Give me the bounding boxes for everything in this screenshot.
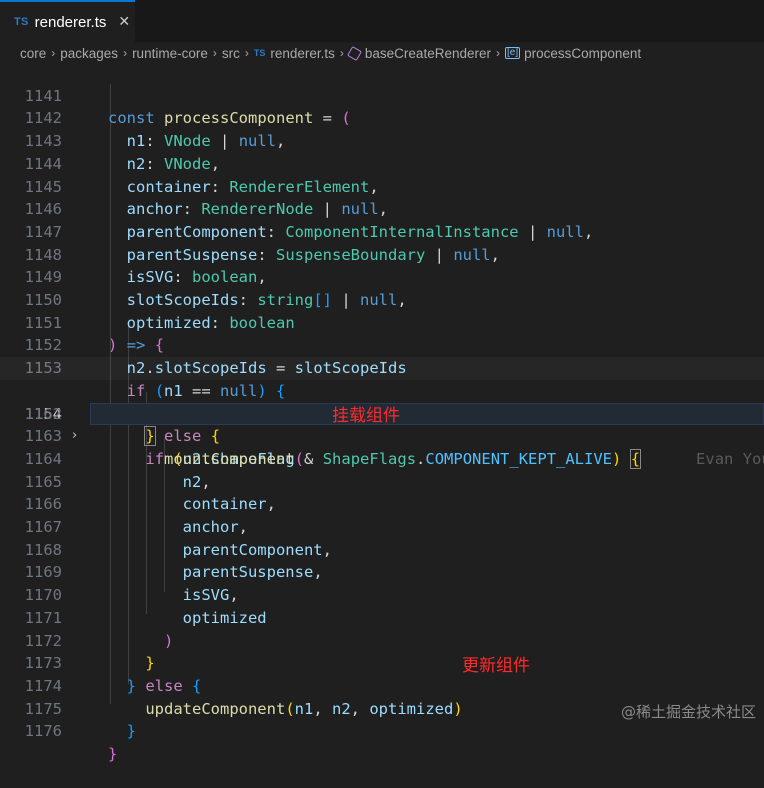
code-line: 1142 n1: VNode | null, — [0, 85, 764, 150]
typescript-icon: TS — [14, 16, 29, 28]
line-number: 1176 — [24, 722, 62, 741]
breadcrumb-item-runtime-core[interactable]: runtime-core — [132, 46, 208, 61]
annotation-update-component: 更新组件 — [462, 656, 530, 676]
breadcrumb-item-processcomponent[interactable]: processComponent — [524, 46, 641, 61]
breadcrumb-item-core[interactable]: core — [20, 46, 46, 61]
tab-bar: TS renderer.ts ✕ — [0, 0, 764, 42]
code-line: 1145 anchor: RendererNode | null, — [0, 153, 764, 219]
annotation-mount-component: 挂载组件 — [332, 406, 400, 426]
chevron-right-icon: › — [339, 46, 344, 60]
code-line-active: 1154 › if (n2.shapeFlag & ShapeFlags.COM… — [0, 357, 764, 469]
code-line: 1170 optimized — [0, 561, 764, 627]
code-line: 1168 parentSuspense, — [0, 516, 764, 582]
code-line: 1148 isSVG: boolean, — [0, 221, 764, 287]
chevron-right-icon: › — [244, 46, 249, 60]
close-icon[interactable]: ✕ — [118, 14, 130, 30]
code-line: 1152 n2.slotScopeIds = slotScopeIds — [0, 312, 764, 377]
code-line: 1172 } — [0, 607, 764, 673]
code-line: 1147 parentSuspense: SuspenseBoundary | … — [0, 198, 764, 264]
code-line: 1146 parentComponent: ComponentInternalI… — [0, 176, 764, 241]
code-line: 1141 const processComponent = ( — [0, 62, 764, 128]
breadcrumb-item-src[interactable]: src — [222, 46, 240, 61]
code-line: 1175 } — [0, 675, 764, 741]
code-editor[interactable]: 1141 const processComponent = ( 1142 n1:… — [0, 62, 764, 763]
code-line: 1166 anchor, — [0, 471, 764, 536]
chevron-right-icon: › — [212, 46, 217, 60]
variable-icon: [e] — [504, 47, 521, 59]
method-cube-icon — [346, 45, 362, 61]
code-line: 1151 ) => { — [0, 289, 764, 355]
breadcrumb-item-packages[interactable]: packages — [60, 46, 118, 61]
code-line: 1171 ) — [0, 584, 764, 650]
code-line: 1150 optimized: boolean — [0, 266, 764, 332]
code-line: 1144 container: RendererElement, — [0, 130, 764, 196]
code-line: 1149 slotScopeIds: string[] | null, — [0, 244, 764, 309]
code-line: 1173 } else { — [0, 630, 764, 695]
code-line: 1167 parentComponent, — [0, 493, 764, 559]
code-line: 1164 n2, — [0, 425, 764, 491]
code-line: 1169 isSVG, — [0, 539, 764, 604]
chevron-right-icon: › — [495, 46, 500, 60]
breadcrumb-item-renderer-ts[interactable]: renderer.ts — [270, 46, 335, 61]
code-line: 1153 if (n1 == null) { — [0, 334, 764, 400]
code-line: 1162 } else { — [0, 380, 764, 447]
code-line: 1174 updateComponent(n1, n2, optimized) — [0, 652, 764, 718]
tab-renderer-ts[interactable]: TS renderer.ts ✕ — [0, 0, 135, 42]
breadcrumb: core › packages › runtime-core › src › T… — [0, 42, 764, 64]
breadcrumb-item-basecreaterenderer[interactable]: baseCreateRenderer — [365, 46, 491, 61]
code-line: 1165 container, — [0, 448, 764, 514]
chevron-right-icon: › — [51, 46, 56, 60]
code-line: 1143 n2: VNode, — [0, 107, 764, 173]
typescript-icon: TS — [253, 48, 266, 58]
watermark: @稀土掘金技术社区 — [620, 703, 756, 721]
chevron-right-icon: › — [123, 46, 128, 60]
tab-filename: renderer.ts — [34, 13, 107, 31]
